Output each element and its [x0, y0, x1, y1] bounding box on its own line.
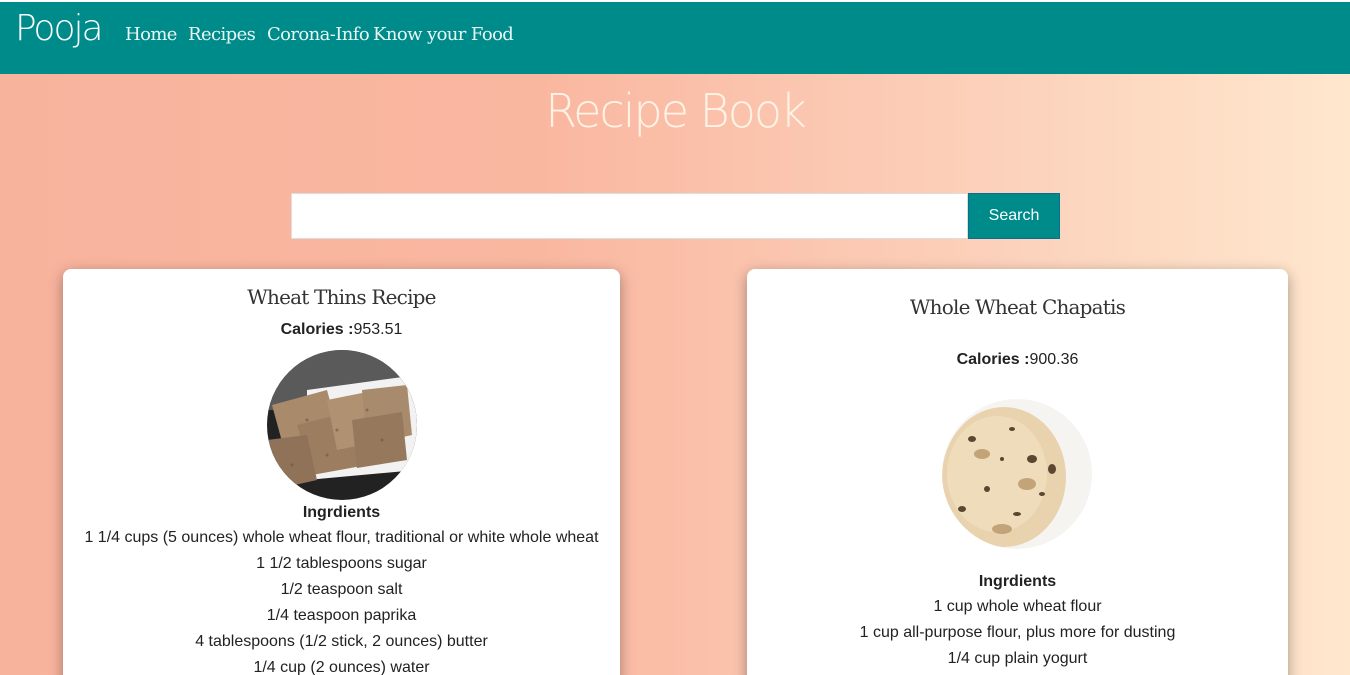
page-title: Recipe Book	[545, 84, 806, 138]
navbar: Pooja Home Recipes Corona-Info Know your…	[0, 2, 1350, 74]
calories-line: Calories :900.36	[747, 351, 1288, 369]
recipe-card: Whole Wheat Chapatis Calories :900.36 In…	[747, 269, 1288, 675]
calories-label: Calories :	[280, 321, 354, 338]
recipe-title[interactable]: Whole Wheat Chapatis	[747, 295, 1288, 319]
nav-link-know-your-food[interactable]: Know your Food	[373, 24, 514, 45]
recipe-image[interactable]	[267, 350, 417, 500]
ingredient-item: 1/4 teaspoon paprika	[266, 607, 417, 624]
ingredient-item: 1 1/2 tablespoons sugar	[256, 555, 427, 572]
nav-link-recipes[interactable]: Recipes	[188, 24, 256, 45]
ingredients-heading: Ingrdients	[978, 573, 1057, 590]
ingredient-item: 1/4 cup (2 ounces) water	[253, 659, 430, 675]
search-input[interactable]	[291, 193, 968, 239]
ingredient-item: 1 cup all-purpose flour, plus more for d…	[859, 624, 1176, 641]
recipe-title[interactable]: Wheat Thins Recipe	[63, 285, 620, 309]
calories-label: Calories :	[956, 351, 1030, 368]
ingredient-item: 1 cup whole wheat flour	[933, 598, 1102, 615]
ingredient-item: 1 1/4 cups (5 ounces) whole wheat flour,…	[84, 529, 599, 546]
nav-link-home[interactable]: Home	[125, 24, 177, 45]
ingredient-item: 1/2 teaspoon salt	[280, 581, 403, 598]
ingredient-item: 4 tablespoons (1/2 stick, 2 ounces) butt…	[195, 633, 488, 650]
brand-logo[interactable]: Pooja	[15, 8, 104, 49]
ingredients-heading: Ingrdients	[302, 504, 381, 521]
ingredient-item: 1/4 cup plain yogurt	[947, 650, 1088, 667]
nav-link-corona-info[interactable]: Corona-Info	[267, 24, 370, 45]
ingredients-list: 1 1/4 cups (5 ounces) whole wheat flour,…	[63, 525, 620, 675]
ingredients-list: 1 cup whole wheat flour 1 cup all-purpos…	[747, 594, 1288, 672]
calories-value: 900.36	[1029, 351, 1079, 368]
calories-value: 953.51	[353, 321, 403, 338]
recipe-image[interactable]	[942, 399, 1092, 549]
search-button[interactable]: Search	[968, 193, 1060, 239]
calories-line: Calories :953.51	[63, 321, 620, 339]
recipe-card: Wheat Thins Recipe Calories :953.51 Ingr…	[63, 269, 620, 675]
